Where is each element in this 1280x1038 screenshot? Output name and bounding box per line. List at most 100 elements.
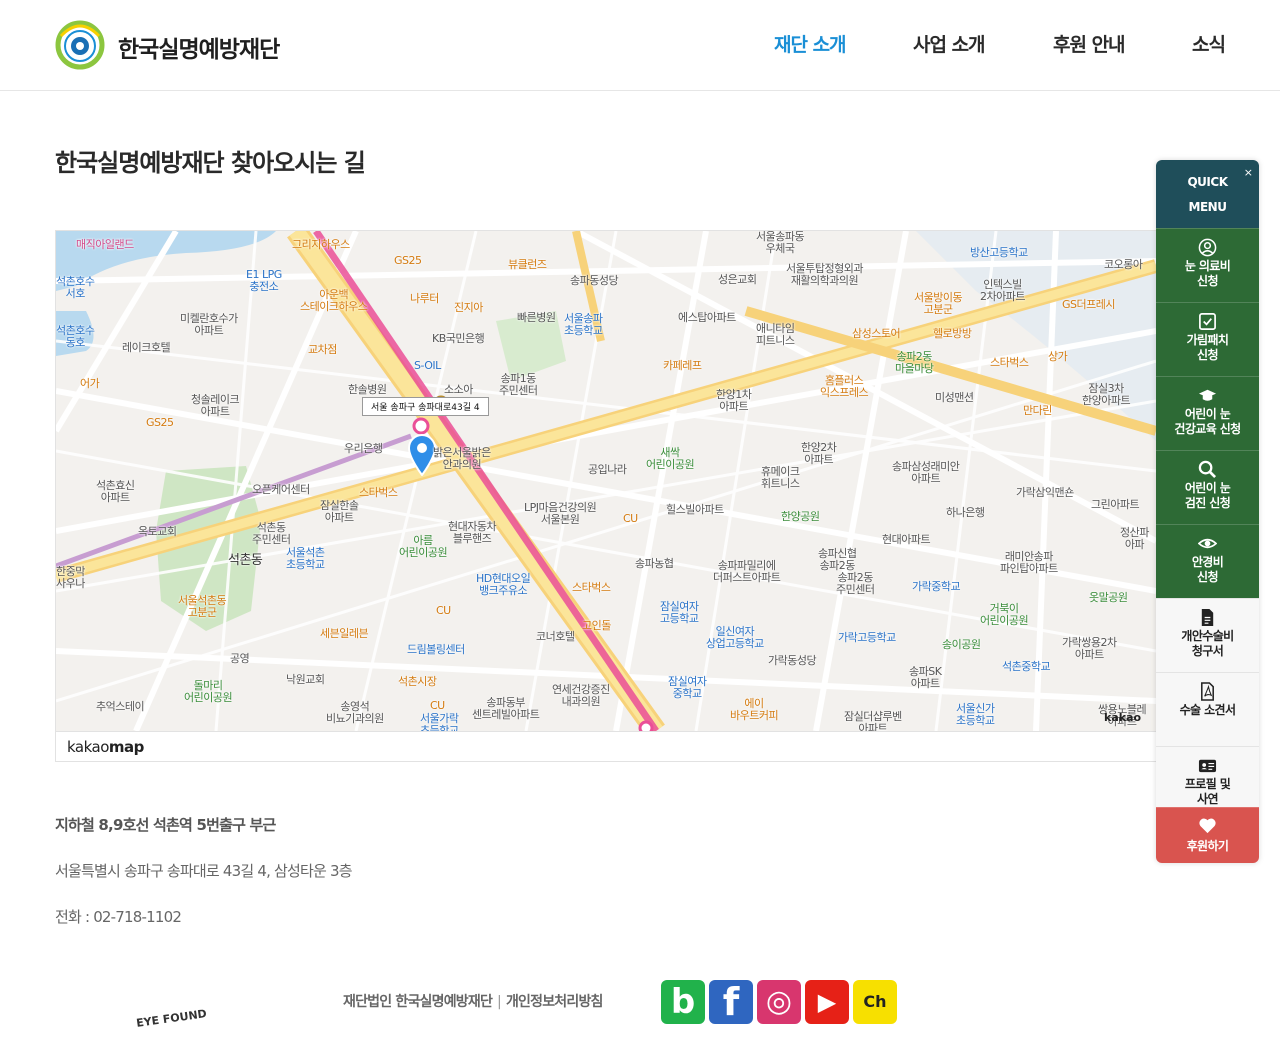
instagram-button[interactable]: ◎ [757,980,801,1024]
map-poi-label[interactable]: 그리지하우스 [292,239,350,251]
map-poi-label[interactable]: 낙원교회 [286,674,325,686]
map-poi-label[interactable]: 헬로방방 [933,328,972,340]
map-poi-label[interactable]: 송파2동 주민센터 [836,572,875,596]
map-poi-label[interactable]: 잠실3차 한양아파트 [1082,383,1131,407]
kakao-channel-button[interactable]: Ch [853,980,897,1024]
map-poi-label[interactable]: 서울신가 초등학교 [956,703,995,727]
map-poi-label[interactable]: 드림볼링센터 [407,644,465,656]
quick-item-eye-education[interactable]: 어린이 눈 건강교육 신청 [1156,376,1259,451]
quick-item-donate[interactable]: 후원하기 [1156,807,1259,863]
map-poi-label[interactable]: 아운백 스테이크하우스 [300,289,368,313]
map-poi-label[interactable]: 오픈케어센터 [252,484,310,496]
map-poi-label[interactable]: 송파1동 주민센터 [499,373,538,397]
map-poi-label[interactable]: 한중막 사우나 [56,566,85,590]
youtube-button[interactable]: ▶ [805,980,849,1024]
map-poi-label[interactable]: 석촌중학교 [1002,661,1051,673]
map-poi-label[interactable]: 석촌호수 서호 [56,276,95,300]
map-poi-label[interactable]: 어가 [80,378,100,390]
map-poi-label[interactable]: 잠실여자 중학교 [668,676,707,700]
map-poi-label[interactable]: CU [430,700,445,712]
map-poi-label[interactable]: 송파2동 마을마당 [895,351,934,375]
quick-item-eye-patch[interactable]: 가림패치 신청 [1156,302,1259,377]
facebook-button[interactable]: f [709,980,753,1024]
map-poi-label[interactable]: 삼성스토어 [852,328,901,340]
map-poi-label[interactable]: CU [623,513,638,525]
map-poi-label[interactable]: 석촌효신 아파트 [96,480,135,504]
map-poi-label[interactable]: 송파삼성래미안 아파트 [892,461,960,485]
map-poi-label[interactable]: 잠실한솔 아파트 [320,500,359,524]
quick-item-surgery-claim[interactable]: 개안수술비 청구서 [1156,598,1259,673]
map-poi-label[interactable]: 옥토교회 [138,526,177,538]
map-poi-label[interactable]: 송이공원 [942,639,981,651]
map-poi-label[interactable]: 송파동부 센트레빌아파트 [472,697,540,721]
map-poi-label[interactable]: 카페레프 [663,360,702,372]
kakao-map[interactable]: 서울 송파구 송파대로43길 4 매직아일랜드 그리지하우스 GS25 뷰클런즈 송파동… [55,230,1157,762]
map-poi-label[interactable]: 청솔레이크 아파트 [191,394,240,418]
map-poi-label[interactable]: KB국민은행 [432,333,485,345]
map-poi-label[interactable]: 세븐일레븐 [320,628,369,640]
map-poi-label[interactable]: 빠른병원 [517,312,556,324]
map-poi-label[interactable]: 미성맨션 [935,392,974,404]
map-poi-label[interactable]: 돌마리 어린이공원 [184,680,233,704]
map-poi-label[interactable]: 일신여자 상업고등학교 [706,626,764,650]
map-poi-label[interactable]: 잠실여자 고등학교 [660,601,699,625]
map-poi-label[interactable]: 매직아일랜드 [76,239,134,251]
map-poi-label[interactable]: 코너호텔 [536,631,575,643]
map-poi-label[interactable]: 옷말공원 [1089,592,1128,604]
map-poi-label[interactable]: 아름 어린이공원 [399,535,448,559]
nav-item-donation[interactable]: 후원 안내 [1053,30,1126,57]
nav-item-about[interactable]: 재단 소개 [774,30,847,57]
map-poi-label[interactable]: 밝은서울밝은 안과의원 [433,447,491,471]
map-poi-label[interactable]: 새싹 어린이공원 [646,447,695,471]
map-poi-label[interactable]: 스타벅스 [572,582,611,594]
map-poi-label[interactable]: 상가 [1048,351,1068,363]
map-poi-label[interactable]: CU [436,605,451,617]
map-poi-label[interactable]: LPJ마음건강의원 서울본원 [524,502,597,526]
map-poi-label[interactable]: 한솔병원 [348,384,387,396]
map-poi-label[interactable]: GS25 [394,255,422,267]
map-poi-label[interactable]: 석촌호수 동호 [56,325,95,349]
map-poi-label[interactable]: 힐스빌아파트 [666,504,724,516]
quick-item-medical-cost[interactable]: 눈 의료비 신청 [1156,228,1259,303]
map-poi-label[interactable]: 추억스테이 [96,701,145,713]
map-poi-label[interactable]: 연세건강증진 내과의원 [552,684,610,708]
kakaomap-logo[interactable]: kakaomap [67,738,144,756]
map-poi-label[interactable]: 하나은행 [946,507,985,519]
map-poi-label[interactable]: 석촌동 주민센터 [252,522,291,546]
map-poi-label[interactable]: 에스탑아파트 [678,312,736,324]
nav-item-business[interactable]: 사업 소개 [913,30,986,57]
quick-item-glasses-cost[interactable]: 안경비 신청 [1156,524,1259,599]
map-poi-label[interactable]: 가락쌍용2차 아파트 [1062,637,1117,661]
map-poi-label[interactable]: 서울송파 초등학교 [564,313,603,337]
nav-item-news[interactable]: 소식 [1192,30,1226,57]
map-poi-label[interactable]: HD현대오일 뱅크주유소 [476,573,531,597]
map-poi-label[interactable]: 가락고등학교 [838,632,896,644]
map-poi-label[interactable]: 스타벅스 [359,487,398,499]
map-poi-label[interactable]: 한양2차 아파트 [801,442,837,466]
map-poi-label[interactable]: 가락동성당 [768,655,817,667]
map-poi-label[interactable]: 코오롱아 [1104,259,1143,271]
map-poi-label[interactable]: 레이크호텔 [122,342,171,354]
map-poi-label[interactable]: 가락삼익맨숀 [1016,487,1074,499]
map-poi-label[interactable]: 성은교회 [718,274,757,286]
map-poi-label[interactable]: 서울송파동 우체국 [756,231,805,255]
map-poi-label[interactable]: 만다린 [1023,405,1052,417]
map-poi-label[interactable]: 한양1차 아파트 [716,389,752,413]
map-poi-label[interactable]: 애니타임 피트니스 [756,323,795,347]
map-poi-label[interactable]: 공영 [230,653,250,665]
map-poi-label[interactable]: GS25 [146,417,174,429]
map-canvas[interactable] [56,231,1156,731]
map-poi-label[interactable]: E1 LPG 충전소 [246,269,282,293]
map-poi-label[interactable]: 한양공원 [781,511,820,523]
quick-menu-close-icon[interactable]: × [1244,166,1253,179]
map-poi-label[interactable]: 송파신협 송파2동 [818,548,857,572]
map-poi-label[interactable]: 송파파밀리에 더퍼스트아파트 [713,560,781,584]
map-poi-label[interactable]: S-OIL [414,360,441,372]
map-poi-label[interactable]: 에이 바우트커피 [730,698,779,722]
map-poi-label[interactable]: 공입나라 [588,464,627,476]
map-poi-label[interactable]: 서울석촌 초등학교 [286,547,325,571]
map-poi-label[interactable]: 거북이 어린이공원 [980,603,1029,627]
map-poi-label[interactable]: 가락중학교 [912,581,961,593]
map-poi-label[interactable]: 소소아 [444,384,473,396]
map-poi-label[interactable]: 휴메이크 휘트니스 [761,466,800,490]
